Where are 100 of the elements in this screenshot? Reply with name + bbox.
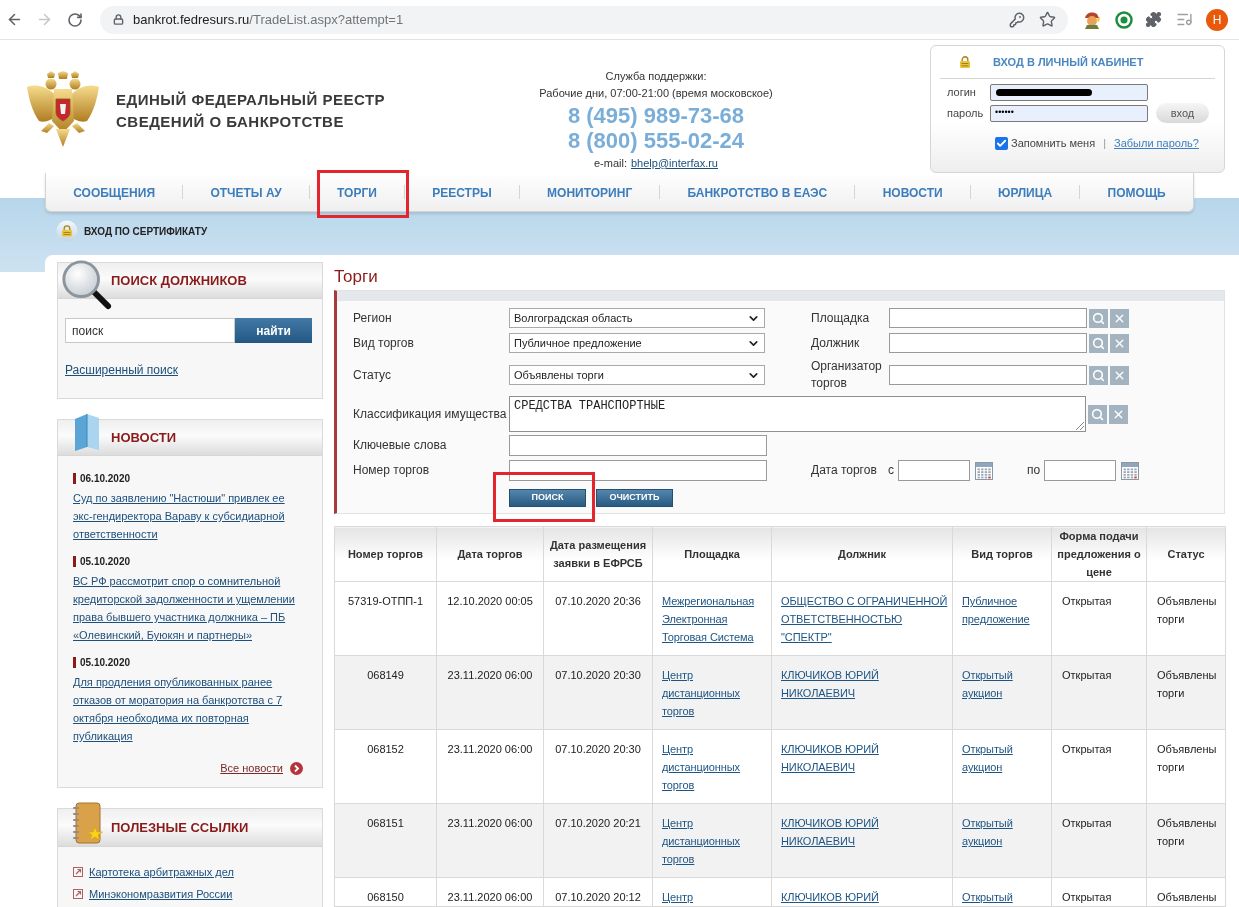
lock-icon[interactable] xyxy=(113,14,124,25)
field-label: Регион xyxy=(353,309,393,327)
bookmark-star-icon[interactable] xyxy=(1039,11,1056,28)
padlock-icon xyxy=(959,56,971,68)
table-cell: Открытая xyxy=(1051,655,1147,730)
input-field[interactable] xyxy=(509,460,767,481)
date-field[interactable] xyxy=(1044,460,1116,481)
search-button[interactable] xyxy=(1088,404,1107,424)
address-bar[interactable]: bankrot.fedresurs.ru/TradeList.aspx?attempt=1 xyxy=(100,5,1068,34)
table-cell: 07.10.2020 20:21 xyxy=(543,803,653,878)
panel-title: ПОЛЕЗНЫЕ ССЫЛКИ xyxy=(111,818,249,837)
field-label: Площадка xyxy=(811,309,871,327)
menu-link[interactable]: ПОМОЩЬ xyxy=(1107,186,1166,200)
forgot-password-link[interactable]: Забыли пароль? xyxy=(1114,134,1199,152)
panel-title: НОВОСТИ xyxy=(111,428,177,447)
password-field[interactable]: •••••• xyxy=(990,104,1148,122)
useful-link[interactable]: Минэкономразвития России xyxy=(89,885,233,903)
extension-icon[interactable] xyxy=(1083,10,1101,29)
news-link[interactable]: ВС РФ рассмотрит спор о сомнительной кредиторской задолженности и ущемлении права бывшего участника должника – ПБ «Олевинский, Буюкян и партнеры» xyxy=(73,572,307,644)
eagle-emblem-icon xyxy=(27,71,99,147)
page-title: Торги xyxy=(334,266,379,288)
table-cell: 23.11.2020 06:00 xyxy=(436,655,544,730)
login-field[interactable] xyxy=(990,84,1148,101)
table-cell: 068150 xyxy=(334,877,437,907)
table-cell: 068152 xyxy=(334,729,437,804)
select-field[interactable]: Объявлены торги xyxy=(509,365,765,385)
useful-link[interactable]: Картотека арбитражных дел xyxy=(89,863,234,881)
input-field[interactable] xyxy=(889,308,1087,328)
back-icon[interactable] xyxy=(6,11,23,28)
column-header: Дата размещения заявки в ЕФРСБ xyxy=(543,526,653,582)
menu-link[interactable]: БАНКРОТСТВО В ЕАЭС xyxy=(687,186,828,200)
field-label: Ключевые слова xyxy=(353,437,448,454)
site-title: ЕДИНЫЙ ФЕДЕРАЛЬНЫЙ РЕЕСТР СВЕДЕНИЙ О БАНКРОТСТВЕ xyxy=(116,90,386,132)
clear-button[interactable] xyxy=(1109,404,1128,424)
search-icon xyxy=(1092,368,1105,382)
table-cell: 23.11.2020 06:00 xyxy=(436,729,544,804)
resize-grip-icon[interactable] xyxy=(1076,422,1084,430)
textarea-field[interactable]: СРЕДСТВА ТРАНСПОРТНЫЕ xyxy=(509,396,1086,432)
date-field[interactable] xyxy=(898,460,970,481)
table-cell: 07.10.2020 20:30 xyxy=(543,655,653,730)
external-link-icon xyxy=(73,889,83,899)
media-list-icon[interactable] xyxy=(1176,11,1193,28)
input-field[interactable] xyxy=(889,333,1087,353)
login-button[interactable]: вход xyxy=(1156,103,1209,123)
table-cell: Открытая xyxy=(1051,729,1147,804)
remember-checkbox[interactable] xyxy=(995,136,1008,150)
news-date: 05.10.2020 xyxy=(80,554,131,569)
search-icon xyxy=(1091,407,1104,421)
search-button[interactable] xyxy=(1089,308,1108,328)
search-button[interactable] xyxy=(1089,365,1108,385)
date-marker xyxy=(73,472,76,484)
table-link[interactable]: Центр xyxy=(662,888,693,906)
puzzle-icon[interactable] xyxy=(1145,11,1162,28)
clear-button[interactable] xyxy=(1110,333,1129,353)
news-link[interactable]: Суд по заявлению "Настюши" привлек ее экс-гендиректора Вараву к субсидиарной ответственности xyxy=(73,489,307,543)
profile-avatar[interactable]: Н xyxy=(1206,8,1228,31)
column-header: Номер торгов xyxy=(334,526,437,582)
email-link[interactable]: bhelp@interfax.ru xyxy=(631,154,718,172)
table-cell: Объявлены торги xyxy=(1146,729,1226,804)
column-header: Форма подачи предложения о цене xyxy=(1051,526,1147,582)
menu-link[interactable]: ЮРЛИЦА xyxy=(998,186,1053,200)
menu-link[interactable]: НОВОСТИ xyxy=(882,186,943,200)
table-cell: Открытая xyxy=(1051,581,1147,656)
clear-button[interactable] xyxy=(1110,365,1129,385)
all-news-link[interactable]: Все новости xyxy=(220,759,283,777)
table-cell: Объявлены торги xyxy=(1146,655,1226,730)
menu-link[interactable]: РЕЕСТРЫ xyxy=(432,186,492,200)
separator-text: | xyxy=(1103,135,1106,151)
menu-link[interactable]: СООБЩЕНИЯ xyxy=(73,186,155,200)
field-label: Статус xyxy=(353,366,392,384)
key-icon[interactable] xyxy=(1009,11,1025,28)
ring-icon[interactable] xyxy=(1115,10,1133,29)
form-button[interactable]: ОЧИСТИТЬ xyxy=(596,488,673,507)
calendar-icon[interactable] xyxy=(975,461,993,480)
table-cell: 12.10.2020 00:05 xyxy=(436,581,544,656)
field-label: пароль xyxy=(947,105,985,121)
form-button[interactable]: ПОИСК xyxy=(509,488,586,507)
menu-link[interactable]: ТОРГИ xyxy=(337,186,377,200)
input-field[interactable] xyxy=(889,365,1087,385)
arrow-circle-icon[interactable] xyxy=(290,761,303,775)
find-button[interactable]: найти xyxy=(235,318,312,343)
column-header: Должник xyxy=(771,526,953,582)
field-label: Дата торгов xyxy=(811,462,878,479)
calendar-icon[interactable] xyxy=(1121,461,1139,480)
menu-link[interactable]: ОТЧЕТЫ АУ xyxy=(210,186,282,200)
menu-link[interactable]: МОНИТОРИНГ xyxy=(547,186,633,200)
select-field[interactable]: Волгоградская область xyxy=(509,308,765,328)
column-header: Дата торгов xyxy=(436,526,544,582)
select-field[interactable]: Публичное предложение xyxy=(509,333,765,353)
reload-icon[interactable] xyxy=(67,11,83,28)
news-link[interactable]: Для продления опубликованных ранее отказов от моратория на банкротства с 7 октября необходима их повторная публикация xyxy=(73,673,307,745)
input-field[interactable] xyxy=(509,435,767,456)
certificate-login-link[interactable]: ВХОД ПО СЕРТИФИКАТУ xyxy=(84,223,208,239)
advanced-search-link[interactable]: Расширенный поиск xyxy=(65,361,178,379)
search-button[interactable] xyxy=(1089,333,1108,353)
support-hours: Рабочие дни, 07:00-21:00 (время московское) xyxy=(539,86,773,101)
table-cell: 07.10.2020 20:36 xyxy=(543,581,653,656)
search-icon xyxy=(1092,311,1105,325)
clear-button[interactable] xyxy=(1110,308,1129,328)
search-field[interactable]: поиск xyxy=(65,318,235,343)
